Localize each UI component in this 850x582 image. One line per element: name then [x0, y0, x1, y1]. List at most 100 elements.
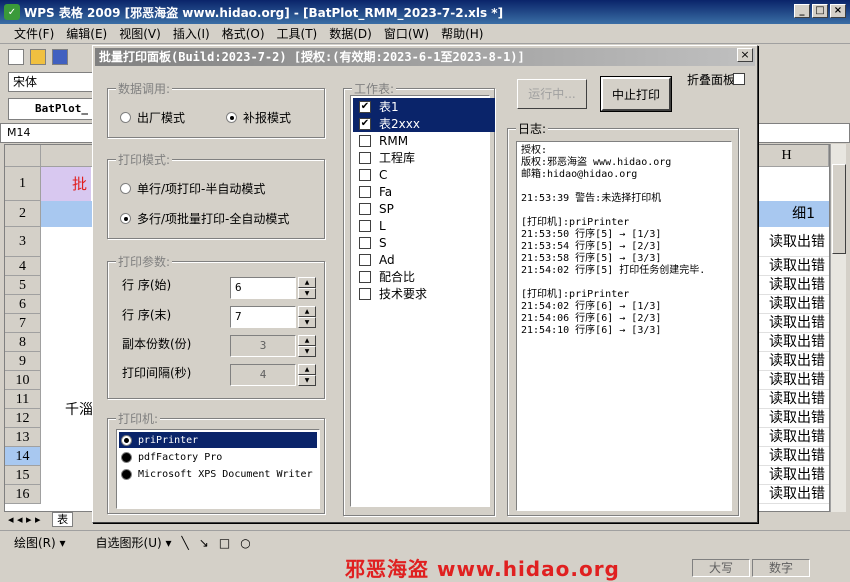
autoshape-menu[interactable]: 自选图形(U) ▾: [96, 534, 172, 551]
menu-file[interactable]: 文件(F): [14, 25, 54, 42]
cell-a11[interactable]: 千淄: [65, 399, 93, 419]
vertical-scrollbar[interactable]: [830, 144, 846, 512]
checkbox-checked-icon[interactable]: ✔: [359, 100, 371, 113]
copies-stepper: 3 ▲ ▼: [230, 335, 316, 357]
checkbox-unchecked-icon[interactable]: [359, 168, 371, 181]
row-header[interactable]: 2: [5, 201, 41, 227]
row-header[interactable]: 16: [5, 485, 41, 504]
sheet-list-item[interactable]: 技术要求: [353, 285, 495, 302]
line-icon[interactable]: ╲: [182, 536, 189, 550]
row-header[interactable]: 6: [5, 295, 41, 314]
row-header[interactable]: 4: [5, 257, 41, 276]
printer-item[interactable]: Microsoft XPS Document Writer: [119, 466, 317, 482]
sheet-list-item[interactable]: SP: [353, 200, 495, 217]
new-file-icon[interactable]: [8, 49, 24, 65]
checkbox-unchecked-icon[interactable]: [359, 185, 371, 198]
row-header[interactable]: 10: [5, 371, 41, 390]
menu-edit[interactable]: 编辑(E): [66, 25, 107, 42]
row-header[interactable]: 9: [5, 352, 41, 371]
rectangle-icon[interactable]: □: [219, 536, 230, 550]
sheet-list-item[interactable]: ✔ 表1: [353, 98, 495, 115]
row-start-stepper[interactable]: 6 ▲ ▼: [230, 277, 316, 299]
radio-supplement-mode[interactable]: 补报模式: [226, 109, 291, 126]
menu-window[interactable]: 窗口(W): [384, 25, 429, 42]
row-header[interactable]: 7: [5, 314, 41, 333]
checkbox-checked-icon[interactable]: ✔: [359, 117, 371, 130]
wps-app-icon: ✓: [4, 4, 20, 20]
row-header[interactable]: 15: [5, 466, 41, 485]
row-header[interactable]: 3: [5, 227, 41, 257]
radio-factory-mode[interactable]: 出厂模式: [120, 109, 185, 126]
checkbox-unchecked-icon[interactable]: [359, 236, 371, 249]
stop-print-button[interactable]: 中止打印: [600, 76, 672, 112]
radio-off-icon: [121, 468, 132, 480]
row-header[interactable]: 12: [5, 409, 41, 428]
row-header[interactable]: 13: [5, 428, 41, 447]
checkbox-unchecked-icon[interactable]: [359, 151, 371, 164]
spin-down-icon[interactable]: ▼: [298, 288, 316, 299]
row-end-stepper[interactable]: 7 ▲ ▼: [230, 306, 316, 328]
open-folder-icon[interactable]: [30, 49, 46, 65]
sheet-list-item[interactable]: 配合比: [353, 268, 495, 285]
data-group-label: 数据调用:: [116, 80, 173, 97]
checkbox-unchecked-icon[interactable]: [359, 253, 371, 266]
sheet-list-item[interactable]: Ad: [353, 251, 495, 268]
sheet-list-item[interactable]: Fa: [353, 183, 495, 200]
spin-up-icon[interactable]: ▲: [298, 277, 316, 288]
sheet-name: RMM: [379, 133, 409, 148]
menu-view[interactable]: 视图(V): [119, 25, 161, 42]
menu-help[interactable]: 帮助(H): [441, 25, 483, 42]
row-header[interactable]: 8: [5, 333, 41, 352]
arrow-icon[interactable]: ↘: [199, 536, 209, 550]
row-start-value[interactable]: 6: [230, 277, 296, 299]
sheet-list-item[interactable]: RMM: [353, 132, 495, 149]
print-params-group: 打印参数: 行 序(始) 6 ▲ ▼ 行 序(末) 7 ▲ ▼ 副本份数(份) 3 ▲ ▼ …: [107, 253, 325, 399]
radio-on-icon: [121, 434, 132, 446]
corner-cell[interactable]: [5, 145, 41, 167]
close-button[interactable]: ×: [830, 4, 846, 18]
radio-single-mode[interactable]: 单行/项打印-半自动模式: [120, 180, 265, 197]
menu-data[interactable]: 数据(D): [329, 25, 372, 42]
sheet-tab[interactable]: 表: [52, 512, 74, 527]
radio-multi-mode[interactable]: 多行/项批量打印-全自动模式: [120, 210, 289, 227]
checkbox-unchecked-icon[interactable]: [359, 287, 371, 300]
font-name-box[interactable]: 宋体: [8, 72, 98, 92]
log-label: 日志:: [516, 120, 549, 137]
spin-up-icon[interactable]: ▲: [298, 306, 316, 317]
ellipse-icon[interactable]: ○: [240, 536, 250, 550]
spin-down-icon[interactable]: ▼: [298, 317, 316, 328]
fold-panel-checkbox[interactable]: [733, 73, 745, 85]
menu-format[interactable]: 格式(O): [222, 25, 265, 42]
checkbox-unchecked-icon[interactable]: [359, 270, 371, 283]
checkbox-unchecked-icon[interactable]: [359, 219, 371, 232]
row-header[interactable]: 1: [5, 167, 41, 201]
dialog-close-icon[interactable]: ×: [737, 48, 753, 62]
sheet-list-item[interactable]: L: [353, 217, 495, 234]
sheet-name: 表2xxx: [379, 117, 420, 131]
maximize-button[interactable]: □: [812, 4, 828, 18]
scroll-thumb[interactable]: [832, 164, 846, 254]
printer-list[interactable]: priPrinter pdfFactory Pro Microsoft XPS …: [116, 429, 320, 509]
sheet-list-item[interactable]: 工程库: [353, 149, 495, 166]
menu-tools[interactable]: 工具(T): [277, 25, 318, 42]
sheet-list-item[interactable]: S: [353, 234, 495, 251]
sheet-nav-arrows[interactable]: ◂ ◂ ▸ ▸: [8, 513, 41, 526]
sheet-list-item[interactable]: C: [353, 166, 495, 183]
draw-menu[interactable]: 绘图(R) ▾: [14, 534, 66, 551]
row-header[interactable]: 11: [5, 390, 41, 409]
printer-item[interactable]: priPrinter: [119, 432, 317, 448]
standard-toolbar: [0, 45, 100, 69]
workbook-tab[interactable]: BatPlot_: [8, 98, 98, 120]
row-header[interactable]: 5: [5, 276, 41, 295]
checkbox-unchecked-icon[interactable]: [359, 202, 371, 215]
cell-a1[interactable]: 批: [41, 167, 91, 201]
row-header[interactable]: 14: [5, 447, 41, 466]
sheet-list-item[interactable]: ✔ 表2xxx: [353, 115, 495, 132]
minimize-button[interactable]: _: [794, 4, 810, 18]
sheet-list[interactable]: ✔ 表1 ✔ 表2xxx RMM 工程库 C Fa SP L S Ad 配合比 技术要求: [350, 95, 495, 507]
checkbox-unchecked-icon[interactable]: [359, 134, 371, 147]
row-end-value[interactable]: 7: [230, 306, 296, 328]
menu-insert[interactable]: 插入(I): [173, 25, 210, 42]
save-icon[interactable]: [52, 49, 68, 65]
printer-item[interactable]: pdfFactory Pro: [119, 449, 317, 465]
